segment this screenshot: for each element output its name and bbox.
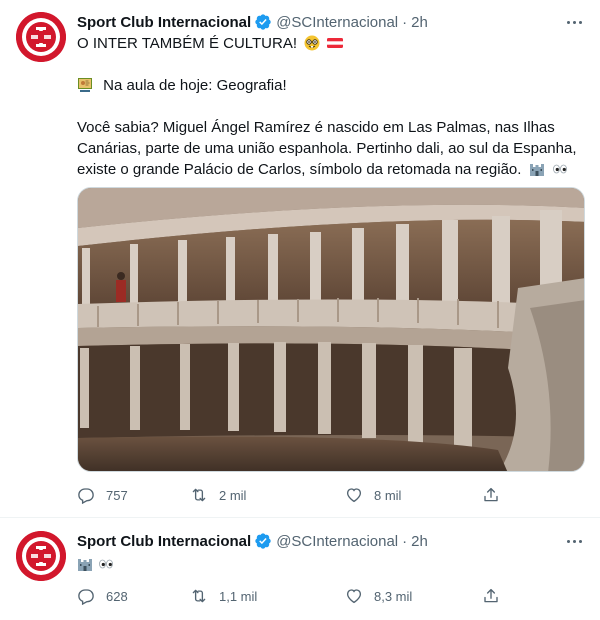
castle-icon: [77, 556, 93, 572]
author-handle[interactable]: @SCInternacional: [276, 533, 398, 550]
share-icon: [484, 588, 498, 603]
reply-count: 757: [106, 487, 128, 503]
flag-austria-icon: [327, 35, 344, 51]
heart-icon: [346, 589, 362, 604]
tweet-text: [77, 554, 584, 575]
timestamp[interactable]: 2h: [411, 533, 428, 550]
share-icon: [484, 487, 498, 502]
timestamp[interactable]: 2h: [411, 14, 428, 31]
tweet-text-line: O INTER TAMBÉM É CULTURA!: [77, 33, 584, 54]
more-options-icon[interactable]: [562, 531, 586, 551]
eyes-icon: [552, 161, 568, 177]
tweet-photo[interactable]: [77, 187, 585, 472]
retweet-count: 1,1 mil: [219, 588, 258, 604]
tweet-text-line: Na aula de hoje: Geografia!: [77, 75, 584, 96]
retweet-button[interactable]: 2 mil: [190, 485, 246, 505]
tweet-text-line: existe o grande Palácio de Carlos, símbo…: [77, 159, 584, 180]
like-button[interactable]: 8,3 mil: [345, 586, 412, 606]
palace-courtyard-photo: [78, 188, 584, 471]
author-handle[interactable]: @SCInternacional: [276, 14, 398, 31]
reply-button[interactable]: 757: [77, 485, 128, 505]
internacional-crest-icon: [16, 531, 66, 581]
tweet-text-line: [77, 554, 584, 575]
author-name[interactable]: Sport Club Internacional: [77, 533, 251, 550]
internacional-crest-icon: [16, 12, 66, 62]
nerd-face-icon: [304, 35, 320, 51]
tweet[interactable]: Sport Club Internacional @SCInternaciona…: [0, 0, 600, 518]
reply-icon: [78, 589, 94, 605]
reply-button[interactable]: 628: [77, 586, 128, 606]
like-count: 8 mil: [374, 487, 402, 503]
tweet-actions: 757 2 mil 8 mil: [77, 485, 517, 505]
tweet-header: Sport Club Internacional @SCInternaciona…: [77, 531, 586, 551]
retweet-icon: [192, 488, 206, 502]
reply-count: 628: [106, 588, 128, 604]
like-count: 8,3 mil: [374, 588, 413, 604]
reply-icon: [78, 488, 94, 504]
verified-badge-icon: [254, 13, 272, 31]
tweet-header: Sport Club Internacional @SCInternaciona…: [77, 12, 586, 32]
share-button[interactable]: [482, 485, 500, 505]
author-name[interactable]: Sport Club Internacional: [77, 14, 251, 31]
teacher-icon: [77, 77, 93, 93]
more-options-icon[interactable]: [562, 12, 586, 32]
verified-badge-icon: [254, 532, 272, 550]
retweet-count: 2 mil: [219, 487, 247, 503]
avatar[interactable]: [16, 531, 66, 581]
avatar[interactable]: [16, 12, 66, 62]
retweet-icon: [192, 589, 206, 603]
eyes-icon: [98, 556, 114, 572]
retweet-button[interactable]: 1,1 mil: [190, 586, 257, 606]
like-button[interactable]: 8 mil: [345, 485, 401, 505]
separator-dot: ·: [402, 13, 408, 31]
separator-dot: ·: [402, 532, 408, 550]
heart-icon: [346, 488, 362, 503]
tweet-text: O INTER TAMBÉM É CULTURA! Na aula de hoj…: [77, 33, 584, 180]
castle-icon: [529, 161, 545, 177]
tweet[interactable]: Sport Club Internacional @SCInternaciona…: [0, 519, 600, 620]
tweet-actions: 628 1,1 mil 8,3 mil: [77, 586, 517, 606]
share-button[interactable]: [482, 586, 500, 606]
